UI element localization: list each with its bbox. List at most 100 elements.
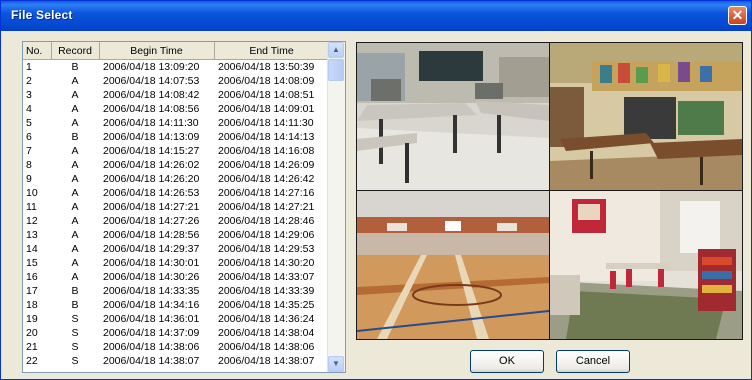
file-row[interactable]: 15 A 2006/04/18 14:30:01 2006/04/18 14:30:2… [23, 256, 329, 270]
cell-begin-time: 2006/04/18 14:27:21 [103, 201, 200, 213]
cell-record: B [71, 131, 79, 143]
file-row[interactable]: 3 A 2006/04/18 14:08:42 2006/04/18 14:08:51 [23, 88, 329, 102]
cell-end-time: 2006/04/18 14:27:16 [218, 187, 315, 199]
cell-record: A [71, 89, 79, 101]
close-button[interactable]: ✕ [728, 6, 747, 25]
cell-begin-time: 2006/04/18 14:11:30 [103, 117, 199, 129]
cell-record: S [71, 355, 79, 367]
file-row[interactable]: 12 A 2006/04/18 14:27:26 2006/04/18 14:28:4… [23, 214, 329, 228]
cancel-button[interactable]: Cancel [556, 350, 630, 373]
cell-no: 8 [26, 159, 32, 171]
cell-record: S [71, 341, 79, 353]
cell-no: 16 [26, 271, 38, 283]
cell-no: 14 [26, 243, 38, 255]
column-header-end-time[interactable]: End Time [214, 42, 330, 60]
camera-preview-grid [356, 42, 743, 340]
column-header-no[interactable]: No. [23, 42, 52, 60]
cell-record: A [71, 103, 79, 115]
cell-record: A [71, 173, 79, 185]
cell-record: A [71, 215, 79, 227]
cell-end-time: 2006/04/18 14:33:07 [218, 271, 315, 283]
cell-begin-time: 2006/04/18 13:09:20 [103, 61, 200, 73]
file-row[interactable]: 14 A 2006/04/18 14:29:37 2006/04/18 14:29:5… [23, 242, 329, 256]
cell-no: 9 [26, 173, 32, 185]
scroll-thumb[interactable] [328, 59, 344, 81]
cell-begin-time: 2006/04/18 14:29:37 [103, 243, 200, 255]
file-row[interactable]: 19 S 2006/04/18 14:36:01 2006/04/18 14:36:2… [23, 312, 329, 326]
dialog-body: No. Record Begin Time End Time 1 B 2006/04… [5, 31, 747, 377]
column-header-record[interactable]: Record [51, 42, 100, 60]
cell-no: 22 [26, 355, 38, 367]
cell-begin-time: 2006/04/18 14:36:01 [103, 313, 200, 325]
cell-end-time: 2006/04/18 14:35:25 [218, 299, 315, 311]
cell-record: A [71, 117, 79, 129]
camera-preview-1[interactable] [357, 43, 549, 190]
cell-begin-time: 2006/04/18 14:15:27 [103, 145, 200, 157]
file-row[interactable]: 11 A 2006/04/18 14:27:21 2006/04/18 14:27:2… [23, 200, 329, 214]
cell-end-time: 2006/04/18 14:30:20 [218, 257, 315, 269]
cell-record: S [71, 313, 79, 325]
file-row[interactable]: 7 A 2006/04/18 14:15:27 2006/04/18 14:16:08 [23, 144, 329, 158]
cell-begin-time: 2006/04/18 14:34:16 [103, 299, 200, 311]
cell-end-time: 2006/04/18 14:11:30 [218, 117, 314, 129]
cell-no: 5 [26, 117, 32, 129]
cell-no: 19 [26, 313, 38, 325]
vertical-scrollbar[interactable]: ▲ ▼ [327, 42, 345, 372]
cell-end-time: 2006/04/18 14:36:24 [218, 313, 315, 325]
file-row[interactable]: 4 A 2006/04/18 14:08:56 2006/04/18 14:09:01 [23, 102, 329, 116]
cell-no: 21 [26, 341, 38, 353]
cell-end-time: 2006/04/18 14:27:21 [218, 201, 315, 213]
file-row[interactable]: 8 A 2006/04/18 14:26:02 2006/04/18 14:26:09 [23, 158, 329, 172]
playroom-image [550, 191, 742, 339]
cell-begin-time: 2006/04/18 14:26:20 [103, 173, 200, 185]
cell-end-time: 2006/04/18 14:16:08 [218, 145, 315, 157]
cell-begin-time: 2006/04/18 14:08:56 [103, 103, 200, 115]
art-classroom-image [550, 43, 742, 190]
camera-preview-4[interactable] [550, 191, 742, 339]
file-list[interactable]: No. Record Begin Time End Time 1 B 2006/04… [22, 41, 346, 373]
cell-end-time: 2006/04/18 14:33:39 [218, 285, 315, 297]
file-row[interactable]: 2 A 2006/04/18 14:07:53 2006/04/18 14:08:09 [23, 74, 329, 88]
cell-begin-time: 2006/04/18 14:37:09 [103, 327, 200, 339]
cell-record: B [71, 61, 79, 73]
cell-begin-time: 2006/04/18 14:28:56 [103, 229, 200, 241]
file-row[interactable]: 1 B 2006/04/18 13:09:20 2006/04/18 13:50:39 [23, 60, 329, 75]
cell-begin-time: 2006/04/18 14:30:26 [103, 271, 200, 283]
file-row[interactable]: 6 B 2006/04/18 14:13:09 2006/04/18 14:14:13 [23, 130, 329, 144]
file-row[interactable]: 5 A 2006/04/18 14:11:30 2006/04/18 14:11:30 [23, 116, 329, 130]
column-header-begin-time[interactable]: Begin Time [99, 42, 215, 60]
cell-record: B [71, 299, 79, 311]
file-row[interactable]: 22 S 2006/04/18 14:38:07 2006/04/18 14:38:0… [23, 354, 329, 368]
file-row[interactable]: 13 A 2006/04/18 14:28:56 2006/04/18 14:29:0… [23, 228, 329, 242]
cell-no: 17 [26, 285, 38, 297]
classroom-tables-image [357, 43, 549, 190]
title-bar[interactable]: File Select ✕ [1, 1, 751, 31]
file-row[interactable]: 17 B 2006/04/18 14:33:35 2006/04/18 14:33:3… [23, 284, 329, 298]
cell-begin-time: 2006/04/18 14:33:35 [103, 285, 200, 297]
camera-preview-3[interactable] [357, 191, 549, 339]
file-row[interactable]: 21 S 2006/04/18 14:38:06 2006/04/18 14:38:0… [23, 340, 329, 354]
file-row[interactable]: 10 A 2006/04/18 14:26:53 2006/04/18 14:27:1… [23, 186, 329, 200]
file-row[interactable]: 9 A 2006/04/18 14:26:20 2006/04/18 14:26:42 [23, 172, 329, 186]
cell-end-time: 2006/04/18 14:08:09 [218, 75, 315, 87]
cell-end-time: 2006/04/18 14:26:42 [218, 173, 315, 185]
cell-no: 20 [26, 327, 38, 339]
cell-no: 12 [26, 215, 38, 227]
camera-preview-2[interactable] [550, 43, 742, 190]
cell-begin-time: 2006/04/18 14:38:07 [103, 355, 200, 367]
ok-button[interactable]: OK [470, 350, 544, 373]
gymnasium-image [357, 191, 549, 339]
scroll-down-button[interactable]: ▼ [328, 356, 344, 372]
cell-record: A [71, 229, 79, 241]
cell-begin-time: 2006/04/18 14:07:53 [103, 75, 200, 87]
scroll-up-button[interactable]: ▲ [328, 42, 344, 58]
file-row[interactable]: 18 B 2006/04/18 14:34:16 2006/04/18 14:35:2… [23, 298, 329, 312]
file-select-dialog: File Select ✕ No. Record Begin Time End … [0, 0, 752, 380]
file-row[interactable]: 20 S 2006/04/18 14:37:09 2006/04/18 14:38:0… [23, 326, 329, 340]
cell-record: A [71, 257, 79, 269]
cell-no: 18 [26, 299, 38, 311]
cell-end-time: 2006/04/18 14:38:04 [218, 327, 315, 339]
cell-record: B [71, 285, 79, 297]
cell-no: 11 [26, 201, 37, 213]
file-row[interactable]: 16 A 2006/04/18 14:30:26 2006/04/18 14:33:0… [23, 270, 329, 284]
